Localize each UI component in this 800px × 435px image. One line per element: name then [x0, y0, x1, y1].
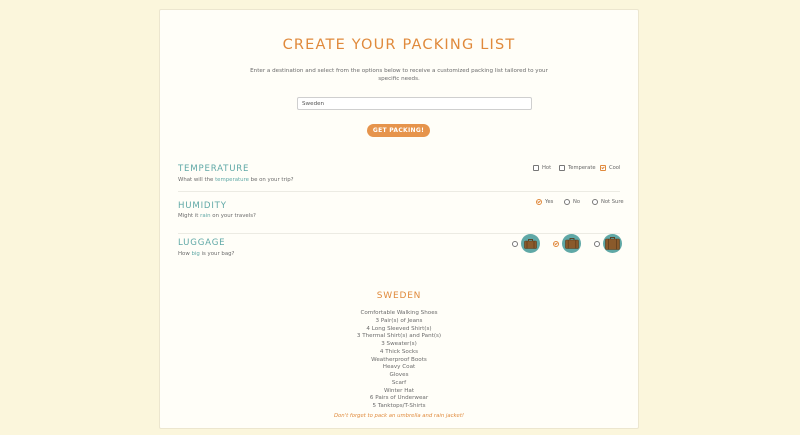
humidity-question: Might it rain on your travels?	[178, 213, 256, 219]
radio-checked[interactable]	[553, 240, 559, 247]
medium-suitcase-icon[interactable]	[562, 234, 581, 253]
luggage-title: LUGGAGE	[178, 238, 226, 248]
luggage-question: How big is your bag?	[178, 251, 234, 257]
option-label: Not Sure	[601, 199, 624, 205]
packing-list-card: CREATE YOUR PACKING LIST Enter a destina…	[159, 9, 639, 429]
list-item: Gloves	[389, 372, 409, 378]
question-highlight: temperature	[215, 177, 249, 183]
temperature-question: What will the temperature be on your tri…	[178, 177, 294, 183]
question-highlight: rain	[200, 213, 211, 219]
packing-list: Comfortable Walking Shoes 3 Pair(s) of J…	[160, 310, 638, 411]
luggage-option-medium[interactable]	[553, 234, 581, 253]
checkbox[interactable]	[533, 165, 539, 171]
intro-text: Enter a destination and select from the …	[250, 68, 548, 82]
list-item: 3 Sweater(s)	[381, 341, 417, 347]
get-packing-button[interactable]: GET PACKING!	[367, 124, 430, 137]
radio[interactable]	[512, 240, 518, 247]
question-text: be on your trip?	[248, 177, 294, 183]
humidity-option-yes[interactable]: Yes	[536, 199, 553, 205]
radio[interactable]	[564, 199, 570, 205]
list-item: Winter Hat	[383, 387, 415, 394]
option-label: No	[573, 199, 581, 205]
list-item: 6 Pairs of Underwear	[369, 395, 429, 402]
radio[interactable]	[594, 240, 600, 247]
humidity-option-no[interactable]: No	[564, 199, 580, 205]
checkbox[interactable]	[559, 165, 565, 171]
radio[interactable]	[592, 199, 598, 205]
option-label: Hot	[542, 165, 552, 171]
list-item: 3 Pair(s) of Jeans	[375, 317, 423, 324]
list-item: Heavy Coat	[382, 364, 416, 371]
checkbox-checked[interactable]	[600, 165, 606, 171]
option-label: Cool	[609, 165, 621, 171]
humidity-title: HUMIDITY	[178, 201, 227, 211]
large-suitcase-icon[interactable]	[603, 234, 622, 253]
list-item: 5 Tanktops/T-Shirts	[372, 403, 426, 409]
option-label: Yes	[545, 199, 554, 205]
humidity-option-not-sure[interactable]: Not Sure	[592, 199, 624, 205]
radio-checked[interactable]	[536, 199, 542, 205]
result-title: SWEDEN	[376, 291, 422, 301]
question-text: Might it	[178, 213, 201, 219]
question-text: How	[178, 251, 192, 257]
luggage-option-small[interactable]	[512, 234, 540, 253]
question-text: on your travels?	[210, 213, 256, 219]
list-item: 3 Thermal Shirt(s) and Pant(s)	[356, 333, 442, 340]
question-highlight: big	[191, 251, 200, 257]
rain-reminder: Don't forget to pack an umbrella and rai…	[333, 413, 465, 419]
list-item: 4 Long Sleeved Shirt(s)	[366, 325, 432, 332]
small-suitcase-icon[interactable]	[521, 234, 540, 253]
list-item: Scarf	[391, 379, 407, 386]
question-text: What will the	[178, 177, 216, 183]
luggage-option-large[interactable]	[594, 234, 622, 253]
temperature-option-temperate[interactable]: Temperate	[559, 165, 596, 171]
question-text: is your bag?	[199, 251, 235, 257]
list-item: 4 Thick Socks	[379, 348, 419, 355]
divider	[178, 191, 620, 192]
temperature-title: TEMPERATURE	[178, 164, 250, 174]
temperature-option-cool[interactable]: Cool	[600, 165, 620, 171]
list-item: Comfortable Walking Shoes	[360, 310, 438, 316]
destination-input[interactable]	[297, 97, 532, 110]
temperature-option-hot[interactable]: Hot	[533, 165, 551, 171]
option-label: Temperate	[568, 165, 596, 171]
page-title: CREATE YOUR PACKING LIST	[282, 37, 516, 53]
list-item: Weatherproof Boots	[371, 356, 427, 363]
